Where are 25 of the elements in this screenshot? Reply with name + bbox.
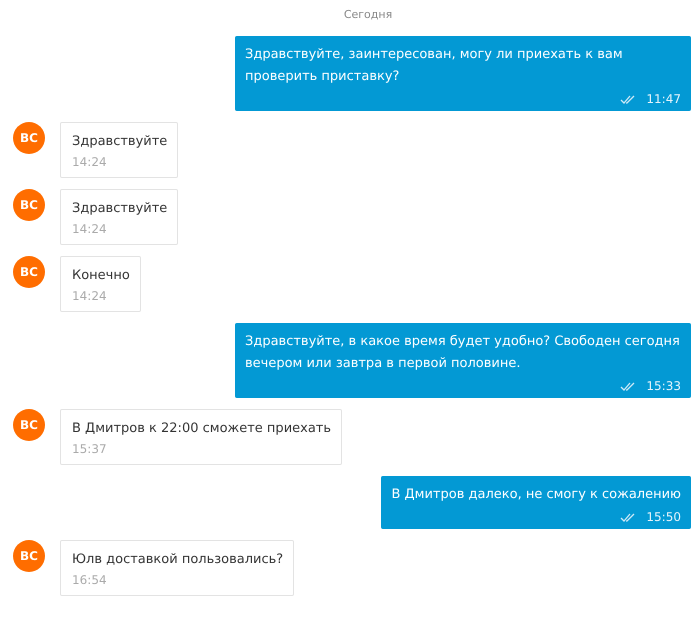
avatar: ВС [13,256,45,288]
double-check-icon [620,512,636,522]
message-text: В Дмитров к 22:00 сможете приехать [72,420,332,438]
message-time: 15:50 [646,510,681,524]
avatar: ВС [13,540,45,572]
message-text: Юлв доставкой пользовались? [72,551,284,569]
avatar: ВС [13,122,45,154]
double-check-icon [620,94,636,104]
message-text: Конечно [72,267,130,285]
avatar: ВС [13,409,45,441]
date-divider: Сегодня [344,8,392,21]
message-time: 14:24 [72,154,108,171]
double-check-icon [620,382,636,390]
message-time: 16:54 [72,572,108,589]
message-text: Здравствуйте, в какое время будет удобно? Свободен сегодня вечером или завтра в первой половине. [245,333,681,373]
message-time: 11:47 [646,92,681,106]
message-time: 15:37 [72,441,108,458]
message-text: Здравствуйте [72,133,168,151]
message-text: Здравствуйте, заинтересован, могу ли приехать к вам проверить приставку? [245,46,624,86]
avatar: ВС [13,189,45,221]
message-time: 14:24 [72,221,108,238]
message-text: Здравствуйте [72,200,168,218]
message-time: 14:24 [72,288,108,305]
message-text: В Дмитров далеко, не смогу к сожалению [391,486,681,504]
message-time: 15:33 [646,379,681,393]
